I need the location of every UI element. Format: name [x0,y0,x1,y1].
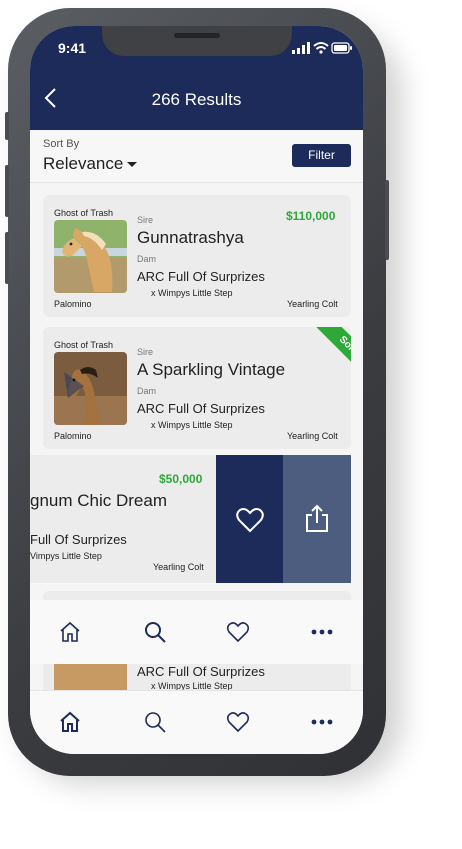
horse-age: Yearling Colt [153,562,204,572]
search-icon[interactable] [143,620,167,644]
caret-down-icon[interactable] [127,162,137,167]
listing-card[interactable]: Ghost of Trash Sire Gunnatrashya Dam ARC… [43,195,351,317]
listing-card[interactable]: Ghost of Trash Sire A Sparkling Vintage … [43,327,351,449]
dam-name: ARC Full Of Surprizes [137,269,265,284]
sort-dropdown[interactable]: Relevance [43,154,123,174]
listing-farm: Ghost of Trash [54,208,114,218]
dam-label: Dam [137,254,157,264]
granddam-name: x Wimpys Little Step [151,288,233,298]
tab-bar-overlay [30,600,363,664]
home-icon[interactable] [58,710,82,734]
more-icon[interactable] [310,710,334,734]
share-icon [306,504,328,532]
sold-badge: Sold [295,327,351,399]
tab-bar [30,690,363,754]
mute-switch [5,112,9,140]
volume-up-button [5,165,9,217]
granddam-name: x Wimpys Little Step [151,420,233,430]
horse-photo [54,220,127,293]
horse-photo [54,664,127,690]
horse-photo [54,352,127,425]
status-icons [292,42,352,54]
share-action-button[interactable] [283,455,351,583]
listing-card-swiped[interactable]: $50,000 gnum Chic Dream Full Of Surprize… [30,455,216,583]
sire-label: Sire [137,215,154,225]
dam-name: ARC Full Of Surprizes [137,664,265,679]
horse-color: Palomino [54,431,92,441]
listing-farm: Ghost of Trash [54,340,114,350]
volume-down-button [5,232,9,284]
favorite-action-button[interactable] [216,455,283,583]
listing-price: $110,000 [286,209,336,223]
more-icon[interactable] [310,620,334,644]
horse-age: Yearling Colt [287,431,338,441]
horse-color: Palomino [54,299,92,309]
notch [102,26,292,56]
speaker [174,33,220,38]
heart-icon[interactable] [226,620,250,644]
sire-name: A Sparkling Vintage [137,360,286,379]
dam-label: Dam [137,386,157,396]
screen: 9:41 266 Results Sort By Relevance Filte… [30,26,363,754]
search-icon[interactable] [143,710,167,734]
sort-label: Sort By [43,138,80,150]
horse-age: Yearling Colt [287,299,338,309]
page-title: 266 Results [151,90,242,109]
status-time: 9:41 [58,40,87,56]
listing-price: $50,000 [159,472,203,486]
listing-card-fragment[interactable]: ARC Full Of Surprizes x Wimpys Little St… [43,664,351,690]
dam-name: Full Of Surprizes [30,532,127,547]
sire-name: Gunnatrashya [137,228,244,247]
sire-label: Sire [137,347,154,357]
heart-icon [236,508,264,533]
home-icon[interactable] [58,620,82,644]
granddam-name: Vimpys Little Step [30,551,102,561]
heart-icon[interactable] [226,710,250,734]
power-button [385,180,389,260]
sort-bar: Sort By Relevance Filter [30,130,363,183]
dam-name: ARC Full Of Surprizes [137,401,265,416]
granddam-name: x Wimpys Little Step [151,681,233,690]
sire-name: gnum Chic Dream [30,491,167,510]
filter-button[interactable]: Filter [292,144,351,167]
